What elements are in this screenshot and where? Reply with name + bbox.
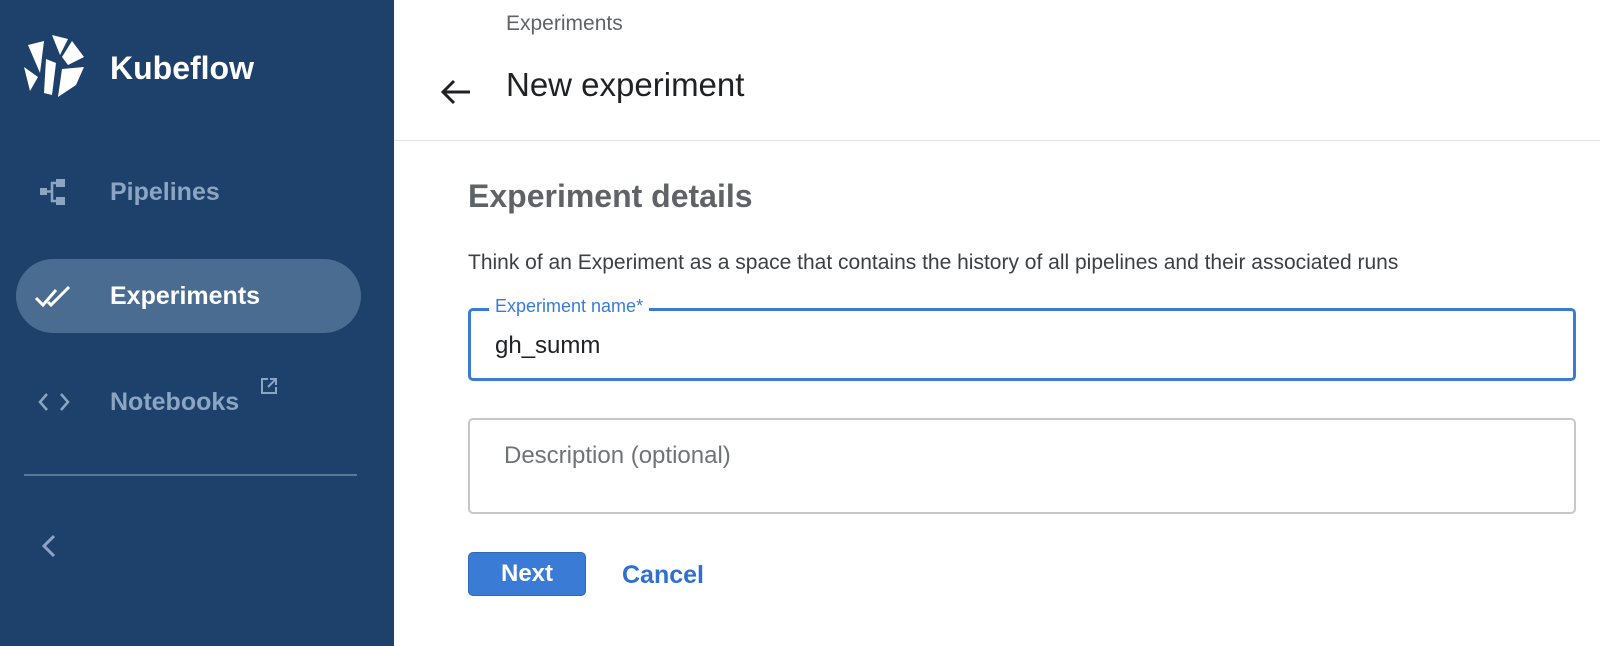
sidebar: Kubeflow Pipelines Experiments Notebooks: [0, 0, 394, 646]
experiment-name-field: Experiment name*: [468, 296, 1576, 381]
next-button[interactable]: Next: [468, 552, 586, 596]
arrow-left-icon[interactable]: [436, 72, 476, 112]
breadcrumb[interactable]: Experiments: [506, 12, 623, 36]
description-input[interactable]: [504, 442, 1544, 498]
kubeflow-logo-icon[interactable]: [22, 33, 86, 99]
sidebar-item-label: Pipelines: [110, 177, 220, 206]
experiment-name-input[interactable]: [495, 329, 1535, 363]
sidebar-item-label: Notebooks: [110, 387, 240, 416]
sidebar-divider: [24, 474, 357, 476]
section-description: Think of an Experiment as a space that c…: [468, 251, 1399, 274]
external-link-icon: [260, 377, 278, 400]
app-name: Kubeflow: [110, 50, 254, 86]
sidebar-item-experiments[interactable]: Experiments: [16, 259, 361, 333]
sidebar-item-label: Experiments: [110, 281, 261, 310]
chevron-left-icon[interactable]: [30, 528, 70, 564]
top-bar: Experiments New experiment: [394, 0, 1600, 141]
page-title: New experiment: [506, 66, 745, 103]
description-field: [468, 418, 1576, 514]
section-title: Experiment details: [468, 178, 753, 214]
cancel-button[interactable]: Cancel: [612, 552, 714, 598]
experiment-name-label: Experiment name*: [489, 296, 650, 317]
pipelines-icon: [34, 175, 74, 209]
code-brackets-icon: [34, 385, 74, 419]
double-check-icon: [34, 279, 74, 313]
sidebar-item-pipelines[interactable]: Pipelines: [16, 155, 361, 229]
sidebar-item-notebooks[interactable]: Notebooks: [16, 365, 361, 439]
